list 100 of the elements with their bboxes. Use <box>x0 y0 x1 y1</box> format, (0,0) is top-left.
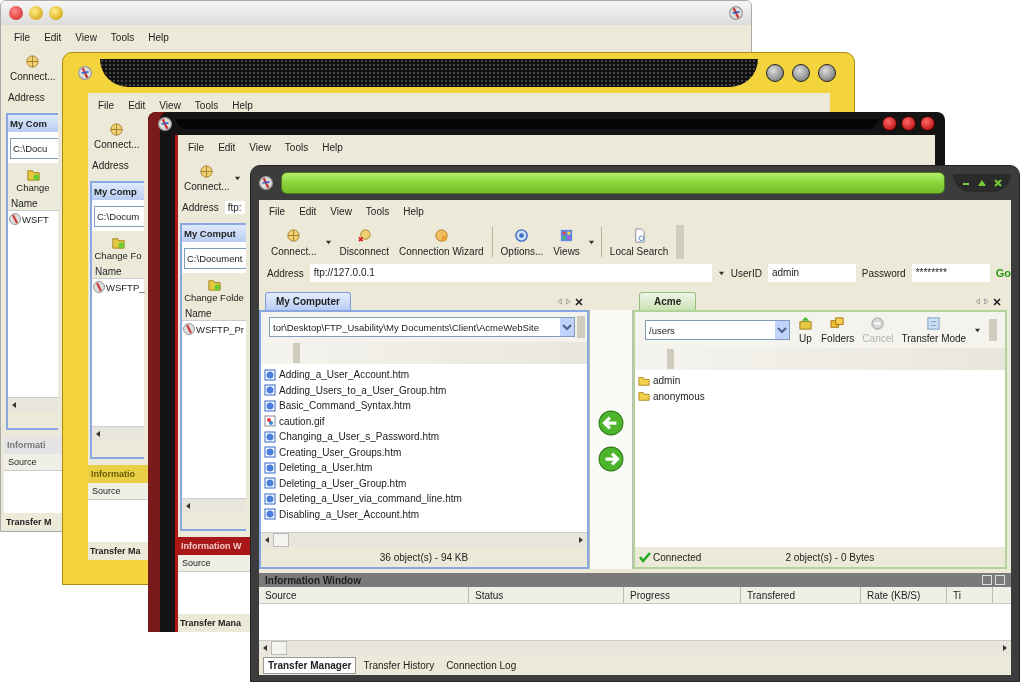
menu-item[interactable]: File <box>14 31 31 43</box>
toolbar-grip[interactable] <box>667 349 674 369</box>
toolbar-button[interactable]: Options... <box>498 225 546 259</box>
caret-icon[interactable] <box>324 238 332 246</box>
column-header[interactable]: Source <box>4 454 62 471</box>
bottom-tab[interactable]: Transfer Mana <box>178 614 250 632</box>
address-field[interactable]: ftp://127.0.0.1 <box>309 264 712 282</box>
path-field[interactable]: C:\Docum <box>94 206 144 227</box>
column-header[interactable]: Source <box>178 555 250 572</box>
connect-button[interactable]: Connect... <box>184 164 230 192</box>
menu-item[interactable]: Tools <box>194 99 219 111</box>
menu-item[interactable]: Help <box>403 205 424 217</box>
column-header[interactable]: Name <box>8 197 58 211</box>
close-icon[interactable] <box>993 298 1001 306</box>
column-header[interactable]: Ti <box>947 587 993 603</box>
folder-row[interactable]: anonymous <box>635 388 1005 404</box>
caret-icon[interactable] <box>233 174 241 182</box>
address-field[interactable]: ftp: <box>224 200 245 214</box>
menu-item[interactable]: View <box>330 205 352 217</box>
toolbar-button[interactable]: Local Search <box>607 225 671 259</box>
change-folder-button[interactable]: Change Folde <box>182 273 246 307</box>
path-field[interactable]: tor\Desktop\FTP_Usability\My Documents\Client\AcmeWebSite <box>269 317 575 337</box>
change-folder-button[interactable]: Change Fo <box>92 231 144 265</box>
maximize-button[interactable] <box>792 64 810 82</box>
bottom-tab[interactable]: Transfer Ma <box>88 542 148 560</box>
menu-item[interactable]: File <box>269 205 286 217</box>
scroll-left-icon[interactable] <box>263 536 271 544</box>
file-row[interactable]: WSFTP_Pr <box>182 321 246 337</box>
menu-item[interactable]: Tools <box>284 141 309 153</box>
file-row[interactable]: Deleting_a_User.htm <box>261 460 587 476</box>
caret-icon[interactable] <box>717 269 725 277</box>
connect-button[interactable]: Connect... <box>94 122 140 150</box>
menu-item[interactable]: View <box>249 141 271 153</box>
scroll-thumb[interactable] <box>271 641 287 655</box>
pane-tab[interactable]: Acme <box>639 292 697 310</box>
column-header[interactable]: Transfered <box>741 587 861 603</box>
scroll-right-icon[interactable] <box>577 536 585 544</box>
userid-field[interactable]: admin <box>767 264 856 282</box>
menu-item[interactable]: Help <box>148 31 169 43</box>
toolbar-button[interactable]: Connect... <box>269 225 319 259</box>
menu-item[interactable]: Edit <box>44 31 62 43</box>
caret-icon[interactable] <box>587 238 595 246</box>
close-icon[interactable] <box>575 298 583 306</box>
menu-item[interactable]: Edit <box>299 205 317 217</box>
column-header[interactable]: Source <box>259 587 469 603</box>
folder-row[interactable]: admin <box>635 373 1005 389</box>
scroll-left-icon[interactable] <box>261 644 269 652</box>
menu-item[interactable]: View <box>159 99 181 111</box>
maximize-button[interactable] <box>977 178 987 188</box>
path-field[interactable]: C:\Docu <box>10 138 58 159</box>
pane-tab[interactable]: My Comput <box>182 225 246 242</box>
menu-item[interactable]: File <box>188 141 205 153</box>
scroll-right-icon[interactable] <box>1001 644 1009 652</box>
pane-tab[interactable]: My Comp <box>92 183 144 200</box>
scroll-left-icon[interactable] <box>10 401 18 409</box>
path-field[interactable]: C:\Document <box>184 248 246 269</box>
pane-tab[interactable]: My Computer <box>265 292 351 310</box>
file-row[interactable]: Changing_a_User_s_Password.htm <box>261 429 587 445</box>
dropdown-icon[interactable] <box>775 321 789 339</box>
close-button[interactable] <box>818 64 836 82</box>
menu-item[interactable]: Help <box>232 99 253 111</box>
minimize-button[interactable] <box>882 116 897 131</box>
toolbar-button[interactable]: Up <box>798 316 813 344</box>
column-header[interactable]: Status <box>469 587 624 603</box>
maximize-button[interactable] <box>901 116 916 131</box>
pane-tab[interactable]: My Com <box>8 115 58 132</box>
restore-icon[interactable] <box>982 575 992 585</box>
column-header[interactable]: Progress <box>624 587 741 603</box>
bottom-tab[interactable]: Transfer Manager <box>263 656 357 674</box>
menu-item[interactable]: Tools <box>110 31 135 43</box>
toolbar-button[interactable]: Disconnect <box>337 225 392 259</box>
menu-item[interactable]: Help <box>322 141 343 153</box>
toolbar-grip[interactable] <box>293 343 300 363</box>
toolbar-grip[interactable] <box>989 319 998 341</box>
file-row[interactable]: Adding_a_User_Account.htm <box>261 367 587 383</box>
toolbar-grip[interactable] <box>676 225 685 259</box>
file-row[interactable]: WSFTP_ <box>92 279 144 295</box>
menu-item[interactable]: Edit <box>218 141 236 153</box>
column-header[interactable]: Source <box>88 483 148 500</box>
scrollbar[interactable] <box>182 498 246 513</box>
toolbar-grip[interactable] <box>577 316 585 338</box>
toolbar-button[interactable]: Connection Wizard <box>397 225 486 259</box>
scroll-left-icon[interactable] <box>94 430 102 438</box>
toolbar-button[interactable]: Folders <box>821 316 855 344</box>
scroll-left-icon[interactable] <box>184 502 192 510</box>
password-field[interactable]: ******** <box>911 264 990 282</box>
scrollbar[interactable] <box>92 426 144 441</box>
toolbar-button[interactable]: Views <box>551 225 582 259</box>
scrollbar[interactable] <box>8 397 58 412</box>
scroll-thumb[interactable] <box>273 533 289 547</box>
toolbar-button[interactable]: Transfer Mode <box>901 316 967 344</box>
menu-item[interactable]: Edit <box>128 99 146 111</box>
scrollbar[interactable] <box>259 640 1011 655</box>
file-row[interactable]: Creating_User_Groups.htm <box>261 444 587 460</box>
file-row[interactable]: Adding_Users_to_a_User_Group.htm <box>261 382 587 398</box>
file-row[interactable]: caution.gif <box>261 413 587 429</box>
column-header[interactable]: Name <box>92 265 144 279</box>
column-header[interactable]: Name <box>182 307 246 321</box>
bottom-tab[interactable]: Transfer History <box>358 656 440 674</box>
file-row[interactable]: Deleting_a_User_via_command_line.htm <box>261 491 587 507</box>
